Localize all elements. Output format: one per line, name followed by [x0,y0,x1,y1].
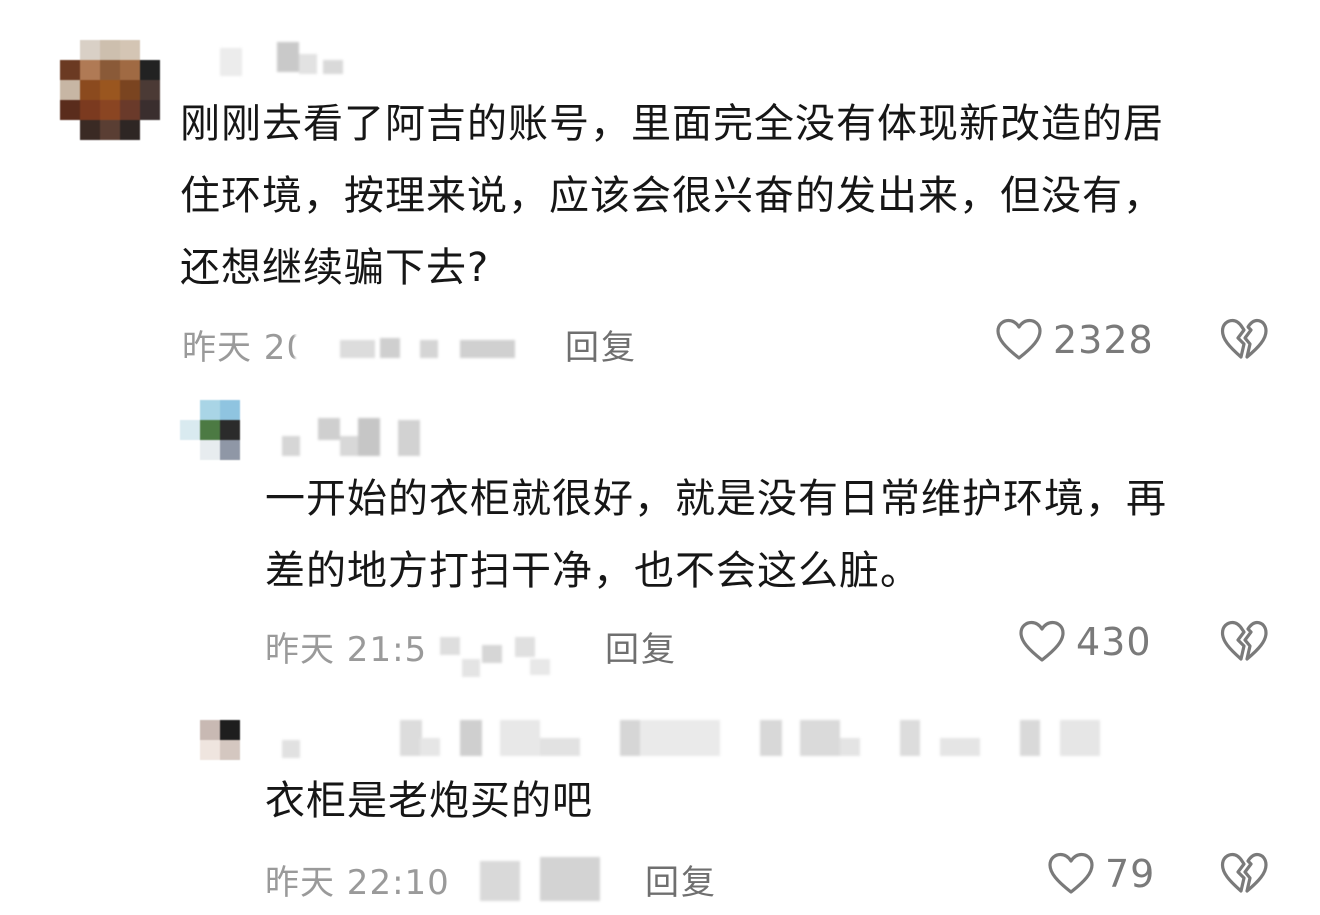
comment-time: 昨天 21:5 [265,630,428,670]
comment-line: 刚刚去看了阿吉的账号，里面完全没有体现新改造的居 [180,101,1164,147]
location-redacted [470,855,610,905]
comment-line: 衣柜是老炮买的吧 [265,778,593,824]
comment-text: 刚刚去看了阿吉的账号，里面完全没有体现新改造的居 住环境，按理来说，应该会很兴奋… [180,88,1164,304]
comment-line: 差的地方打扫干净，也不会这么脏。 [265,548,921,594]
comment-text: 衣柜是老炮买的吧 [265,765,593,837]
comment-time: 昨天 20 [182,328,310,368]
heart-outline-icon [996,318,1042,360]
username-redacted[interactable] [278,718,1138,760]
like-button[interactable]: 2328 [995,318,1154,362]
avatar[interactable] [60,40,160,140]
comment-line: 住环境，按理来说，应该会很兴奋的发出来，但没有， [180,173,1164,219]
broken-heart-icon[interactable] [1220,620,1268,664]
reply-button[interactable]: 回复 [645,855,717,904]
username-redacted[interactable] [215,42,345,78]
avatar[interactable] [200,720,240,760]
heart-outline-icon [1019,620,1065,662]
location-redacted [295,318,525,364]
username-redacted[interactable] [278,418,428,460]
broken-heart-icon[interactable] [1220,318,1268,362]
reply-button[interactable]: 回复 [605,622,677,671]
like-button[interactable]: 430 [1018,620,1152,664]
heart-outline-icon [1048,852,1094,894]
broken-heart-icon[interactable] [1220,852,1268,896]
reply-button[interactable]: 回复 [565,320,637,369]
comment-time: 昨天 22:10 [265,863,450,903]
location-redacted [420,625,580,679]
like-count: 430 [1076,620,1152,664]
like-count: 79 [1105,852,1156,896]
like-button[interactable]: 79 [1047,852,1155,896]
comment-line: 一开始的衣柜就很好，就是没有日常维护环境，再 [265,476,1167,522]
comment-line: 还想继续骗下去? [180,245,490,291]
like-count: 2328 [1053,318,1154,362]
avatar[interactable] [180,400,240,460]
comment-text: 一开始的衣柜就很好，就是没有日常维护环境，再 差的地方打扫干净，也不会这么脏。 [265,463,1167,607]
